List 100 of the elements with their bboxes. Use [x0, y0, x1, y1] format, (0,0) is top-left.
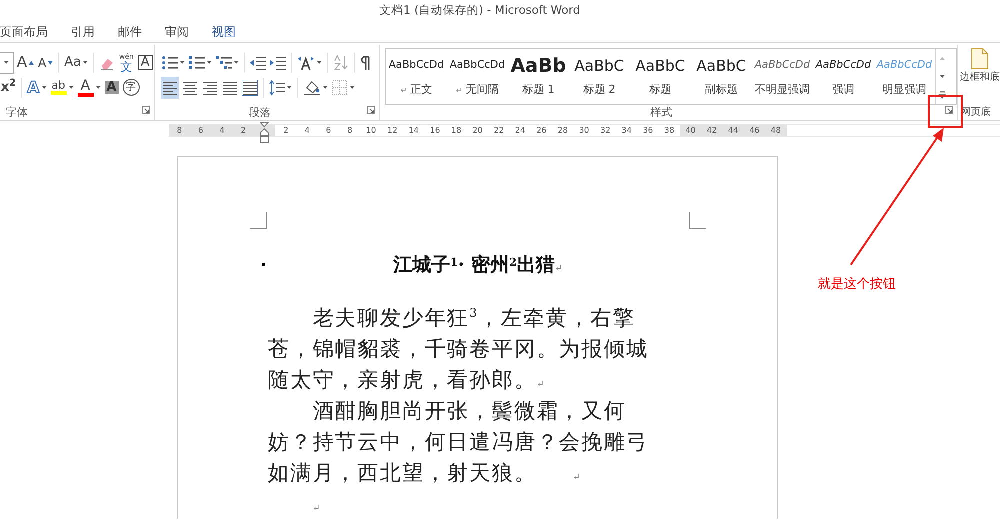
ruler-number: 2: [282, 125, 290, 136]
ruler-number: 36: [642, 125, 654, 136]
ribbon-tab[interactable]: 邮件: [118, 22, 153, 42]
style-name: 标题: [650, 82, 672, 98]
ruler-number: 18: [450, 125, 463, 136]
page-borders-button[interactable]: 边框和底: [958, 45, 1000, 83]
style-item[interactable]: AaBb 标题 1: [508, 49, 569, 104]
letter-arrows-icon: [297, 54, 315, 70]
style-name: 不明显强调: [755, 82, 810, 98]
style-preview: AaBb: [510, 54, 566, 78]
change-case-button[interactable]: Aa: [63, 52, 90, 74]
paint-bucket-icon: [303, 80, 321, 96]
dialog-launcher-icon[interactable]: [945, 106, 953, 114]
style-preview: AaBbC: [574, 56, 624, 77]
ruler-number: 40: [680, 125, 702, 136]
ribbon-tab[interactable]: 页面布局: [0, 22, 59, 42]
style-item[interactable]: AaBbC 标题 2: [569, 49, 630, 104]
ruler-number: 24: [514, 125, 526, 136]
distribute-icon: [242, 80, 258, 96]
align-left-button[interactable]: [161, 76, 179, 98]
ribbon-tab[interactable]: 视图: [212, 22, 247, 42]
highlight-box: [928, 95, 963, 128]
enclosed-character-button[interactable]: 字: [122, 76, 141, 98]
text-effect-button[interactable]: A: [26, 76, 48, 98]
paragraph-mark: ↵: [456, 84, 463, 96]
style-preview: AaBbCcDd: [754, 58, 810, 74]
group-label: 字体: [6, 106, 28, 120]
ruler-number: 46: [744, 125, 766, 136]
highlight-button[interactable]: ab: [50, 76, 75, 98]
style-preview: AaBbC: [696, 56, 746, 77]
style-item[interactable]: AaBbCcDd ↵ 正文: [386, 49, 447, 104]
dialog-launcher-icon[interactable]: [142, 106, 150, 114]
poem-paragraph: 老夫聊发少年狂$^{3}$，左牵黄，右擎苍，锦帽貂裘，千骑卷平冈。为报倾城随太守，亲射虎，看孙郎。↵: [268, 305, 650, 394]
ruler-number: 6: [190, 125, 212, 136]
shrink-font-button[interactable]: A: [37, 52, 54, 74]
style-name: 明显强调: [882, 82, 926, 98]
paragraph-mark: ↵: [400, 84, 408, 96]
justify-icon: [222, 80, 238, 96]
style-item[interactable]: AaBbCcDd ↵ 无间隔: [447, 49, 508, 104]
ruler-number: 26: [536, 125, 548, 136]
ruler-number: 38: [663, 125, 676, 136]
grow-font-button[interactable]: A: [16, 52, 36, 74]
borders-icon: [332, 80, 348, 96]
bullet-list-icon: [162, 54, 178, 70]
ruler-number: 8: [169, 125, 190, 136]
bullet-mark: [262, 263, 265, 266]
ruler-number: 42: [701, 125, 723, 136]
ruler-number: 12: [386, 125, 399, 136]
outdent-icon: [250, 54, 266, 70]
pilcrow-icon: [360, 54, 372, 70]
style-name: 标题 1: [522, 82, 555, 98]
superscript-button[interactable]: x$^{2}$: [0, 76, 18, 98]
ruler-number: 16: [429, 125, 442, 136]
style-preview: AaBbCcDd: [450, 58, 506, 74]
ruler-number: 4: [212, 125, 233, 136]
paragraph-mark: ↵: [555, 264, 563, 274]
document-icon: [971, 48, 989, 70]
ruler-number: 48: [765, 125, 787, 136]
annotation-text: 就是这个按钮: [818, 276, 896, 294]
ruler-number: 20: [472, 125, 484, 136]
ruler-number: 28: [556, 125, 570, 136]
align-left-icon: [162, 80, 178, 96]
style-item[interactable]: AaBbC 标题: [630, 49, 691, 104]
style-name: 强调: [832, 82, 854, 98]
paragraph-mark: ↵: [312, 504, 320, 514]
align-right-icon: [202, 80, 218, 96]
poem-paragraph: 酒酣胸胆尚开张，鬓微霜，又何妨？持节云中，何日遣冯唐？会挽雕弓如满月，西北望，射天狼。 ↵: [268, 398, 650, 487]
document-heading: 江城子$^{1}$· 密州$^{2}$出猎↵: [392, 253, 564, 278]
dialog-launcher-icon[interactable]: [367, 106, 375, 114]
up-caret-icon: [29, 60, 34, 64]
font-size-dropdown[interactable]: [0, 52, 14, 74]
style-preview: AaBbC: [636, 56, 686, 77]
style-item[interactable]: AaBbCcDd 明显强调: [874, 49, 935, 104]
ribbon-tab[interactable]: 审阅: [165, 22, 200, 42]
indent-icon: [270, 54, 286, 70]
style-name: 正文: [410, 82, 432, 98]
font-color-button[interactable]: A: [76, 76, 102, 98]
ruler-number: 8: [346, 125, 354, 136]
ribbon-tab[interactable]: 引用: [71, 22, 106, 42]
ruler-number: 10: [365, 125, 378, 136]
numbered-list-icon: [189, 54, 205, 70]
style-name: 副标题: [705, 82, 738, 98]
window-title: 文档1 (自动保存的) - Microsoft Word: [380, 2, 580, 20]
ruler-number: 32: [599, 125, 612, 136]
ruler-number: 2: [232, 125, 254, 136]
paragraph-mark: ↵: [572, 473, 580, 483]
style-preview: AaBbCcDd: [876, 58, 932, 74]
crop-mark-icon: [689, 212, 706, 229]
ruler-number: 14: [408, 125, 420, 136]
style-item[interactable]: AaBbCcDd 不明显强调: [752, 49, 813, 104]
ruler-number: 30: [578, 125, 590, 136]
style-item[interactable]: AaBbCcDd 强调: [813, 49, 874, 104]
paragraph-mark: ↵: [536, 380, 544, 390]
ruler-number: 22: [493, 125, 506, 136]
style-item[interactable]: AaBbC 副标题: [691, 49, 752, 104]
style-preview: AaBbCcDd: [388, 58, 444, 74]
align-center-icon: [182, 80, 198, 96]
style-preview: AaBbCcDd: [816, 58, 872, 74]
ruler-number: 4: [304, 125, 311, 136]
down-caret-icon: [48, 60, 54, 64]
